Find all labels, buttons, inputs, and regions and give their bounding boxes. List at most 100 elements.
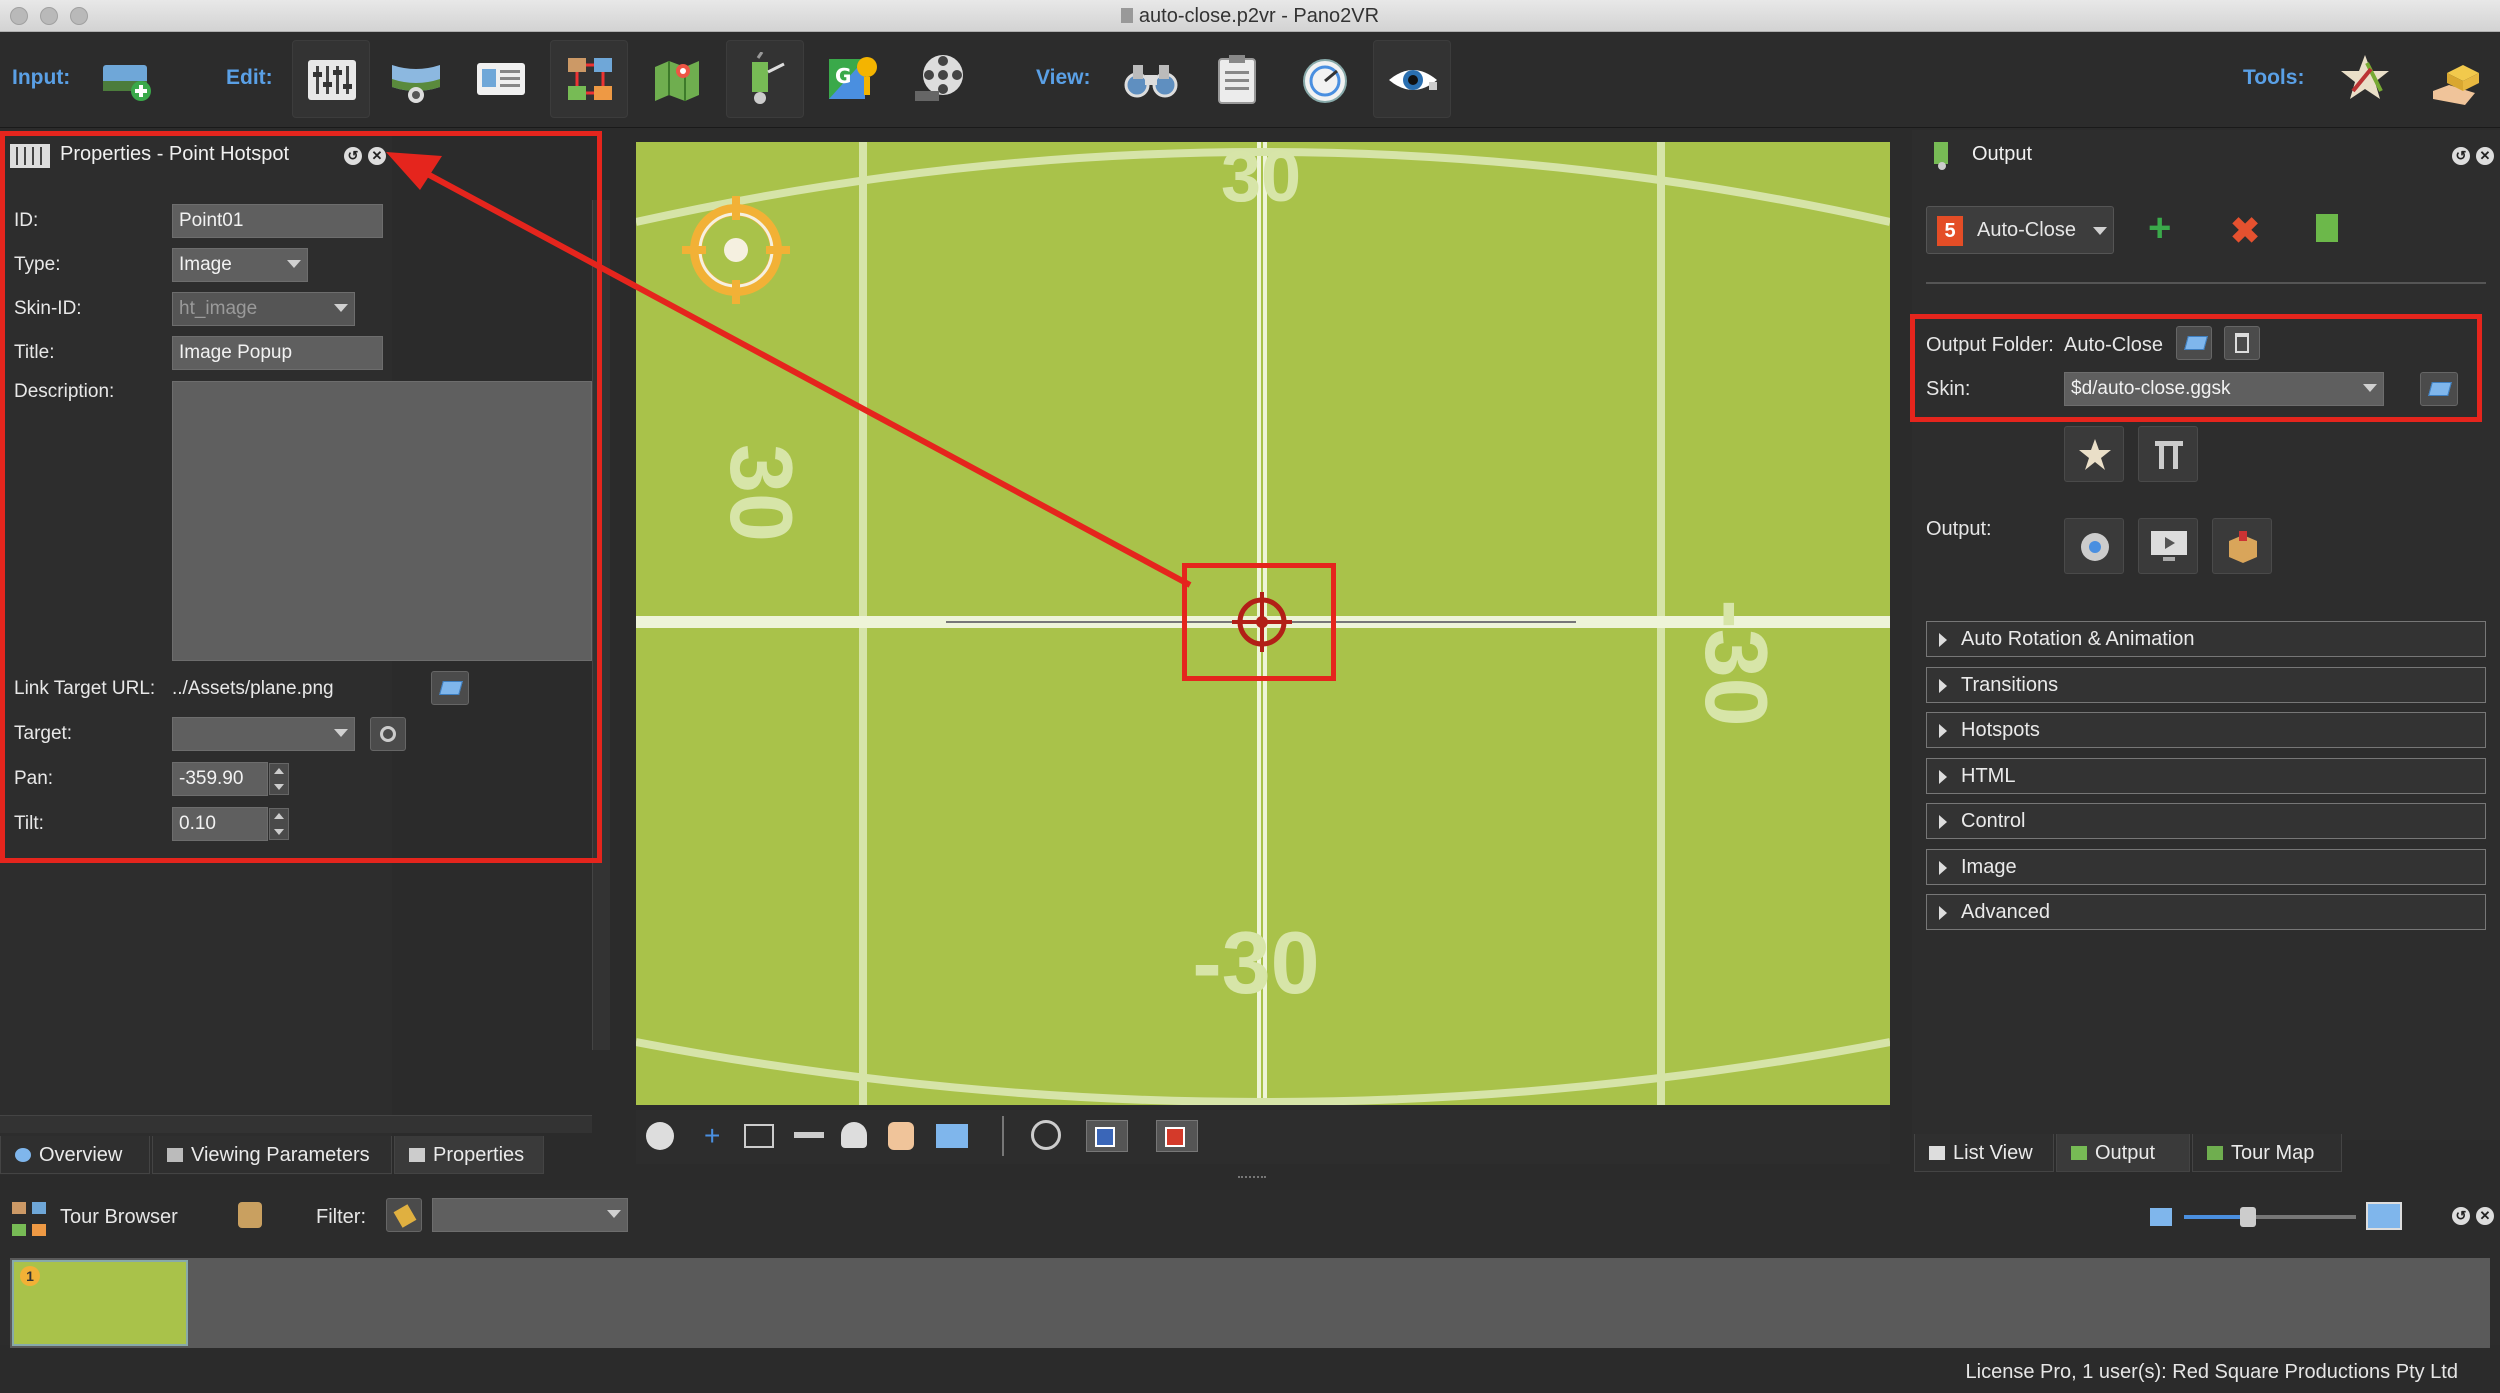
section-auto-rotation[interactable]: Auto Rotation & Animation — [1926, 621, 2486, 657]
tools-box-button[interactable] — [2414, 40, 2492, 118]
section-advanced[interactable]: Advanced — [1926, 894, 2486, 930]
license-status: License Pro, 1 user(s): Red Square Produ… — [1965, 1361, 2458, 1383]
slider-handle[interactable] — [2240, 1207, 2256, 1227]
delete-folder-button[interactable] — [2224, 326, 2260, 360]
tab-tour-map-label: Tour Map — [2231, 1142, 2315, 1164]
map-button[interactable] — [638, 40, 716, 118]
browse-link-button[interactable] — [431, 671, 469, 705]
description-textarea[interactable] — [172, 381, 592, 661]
tilt-spinbox[interactable]: 0.10 — [172, 807, 289, 841]
title-field[interactable]: Image Popup — [172, 336, 383, 370]
grid-icon[interactable] — [744, 1124, 774, 1148]
tab-viewing-parameters[interactable]: Viewing Parameters — [152, 1136, 392, 1174]
crosshair-icon[interactable] — [1031, 1120, 1061, 1150]
skin-editor-button[interactable] — [2064, 426, 2124, 482]
close-icon[interactable]: ✕ — [368, 147, 386, 165]
float-icon[interactable]: ↺ — [2452, 1207, 2470, 1225]
skin-tools-button[interactable] — [2138, 426, 2198, 482]
google-icon: G — [829, 57, 877, 99]
folder-icon — [2428, 382, 2452, 396]
hand-box-icon — [2433, 65, 2479, 105]
panorama-viewer[interactable]: 30 30 -30 -30 — [636, 142, 1890, 1105]
window-title-text: auto-close.p2vr - Pano2VR — [1138, 5, 1380, 27]
section-hotspots[interactable]: Hotspots — [1926, 712, 2486, 748]
output-panel-header: Output ↺ ✕ — [1912, 130, 2500, 176]
animation-button[interactable] — [902, 40, 980, 118]
target-select[interactable] — [172, 717, 355, 751]
skin-select-value: $d/auto-close.ggsk — [2071, 378, 2231, 399]
tab-list-view[interactable]: List View — [1914, 1134, 2054, 1172]
pan-spinbox[interactable]: -359.90 — [172, 762, 289, 796]
compass-icon[interactable] — [646, 1122, 674, 1150]
tab-overview[interactable]: Overview — [0, 1136, 150, 1174]
tools-star-button[interactable] — [2326, 40, 2404, 118]
section-image[interactable]: Image — [1926, 849, 2486, 885]
float-icon[interactable]: ↺ — [2452, 147, 2470, 165]
pan-stepper[interactable] — [269, 763, 289, 795]
viewing-parameters-button[interactable] — [292, 40, 370, 118]
skin-id-select[interactable]: ht_image — [172, 292, 355, 326]
section-transitions[interactable]: Transitions — [1926, 667, 2486, 703]
eye-button[interactable] — [1373, 40, 1451, 118]
filter-select[interactable] — [432, 1198, 628, 1232]
gear-icon — [2081, 533, 2109, 561]
splitter-handle[interactable] — [1238, 1176, 1266, 1182]
hand-icon[interactable] — [888, 1122, 914, 1150]
properties-vertical-scrollbar[interactable] — [592, 200, 610, 1050]
frame-color-button[interactable] — [1086, 1120, 1128, 1152]
add-output-button[interactable]: + — [2148, 206, 2171, 251]
small-thumb-icon — [2150, 1208, 2172, 1226]
output-package-button[interactable] — [2212, 518, 2272, 574]
output-format-select[interactable]: 5 Auto-Close — [1926, 206, 2114, 254]
hotspot-button[interactable] — [726, 40, 804, 118]
add-point-icon[interactable]: + — [704, 1120, 720, 1152]
thumb-size-slider[interactable] — [2184, 1207, 2356, 1227]
type-select[interactable]: Image — [172, 248, 308, 282]
clipboard-button[interactable] — [1198, 40, 1276, 118]
ruler-icon[interactable] — [794, 1132, 824, 1138]
section-html[interactable]: HTML — [1926, 758, 2486, 794]
patches-button[interactable] — [377, 40, 455, 118]
import-panorama-button[interactable] — [88, 40, 166, 118]
tab-output[interactable]: Output — [2056, 1134, 2190, 1172]
output-settings-button[interactable] — [2064, 518, 2124, 574]
section-control[interactable]: Control — [1926, 803, 2486, 839]
output-folder-label: Output Folder: — [1926, 334, 2054, 356]
skin-button[interactable] — [1286, 40, 1364, 118]
tab-properties[interactable]: Properties — [394, 1136, 544, 1174]
remove-output-button[interactable]: ✖ — [2230, 210, 2260, 252]
point-hotspot-marker[interactable] — [1232, 592, 1292, 652]
sort-person-icon[interactable] — [238, 1202, 262, 1228]
cone-icon[interactable] — [841, 1122, 867, 1148]
section-auto-rotation-label: Auto Rotation & Animation — [1961, 628, 2195, 650]
panorama-thumbnail[interactable]: 1 — [12, 1260, 188, 1346]
tour-browser-controls: ↺ ✕ — [2446, 1204, 2494, 1226]
target-picker-button[interactable] — [370, 717, 406, 751]
binoculars-button[interactable] — [1112, 40, 1190, 118]
map-icon — [2207, 1146, 2223, 1160]
properties-button[interactable] — [462, 40, 540, 118]
red-swatch-icon — [1165, 1127, 1185, 1147]
tab-tour-map[interactable]: Tour Map — [2192, 1134, 2342, 1172]
close-icon[interactable]: ✕ — [2476, 1207, 2494, 1225]
filter-tag-button[interactable] — [386, 1198, 422, 1232]
map-view-icon[interactable] — [936, 1124, 968, 1148]
output-panel-title: Output — [1972, 143, 2033, 165]
float-icon[interactable]: ↺ — [344, 147, 362, 165]
tour-button[interactable] — [550, 40, 628, 118]
output-preview-button[interactable] — [2138, 518, 2198, 574]
tilt-stepper[interactable] — [269, 808, 289, 840]
tour-browser-panel: Tour Browser Filter: ↺ ✕ 1 — [0, 1190, 2500, 1348]
patches-icon — [392, 65, 440, 103]
hotspot-color-button[interactable] — [1156, 1120, 1198, 1152]
close-icon[interactable]: ✕ — [2476, 147, 2494, 165]
wrench-icon — [2155, 441, 2183, 469]
crosshair-target-icon[interactable] — [678, 192, 794, 308]
properties-horizontal-scrollbar[interactable] — [0, 1115, 592, 1133]
google-button[interactable]: G — [814, 40, 892, 118]
skin-select[interactable]: $d/auto-close.ggsk — [2064, 372, 2384, 406]
output-document-icon[interactable] — [2316, 214, 2338, 242]
browse-skin-button[interactable] — [2420, 372, 2458, 406]
id-field[interactable]: Point01 — [172, 204, 383, 238]
open-folder-button[interactable] — [2176, 326, 2212, 360]
